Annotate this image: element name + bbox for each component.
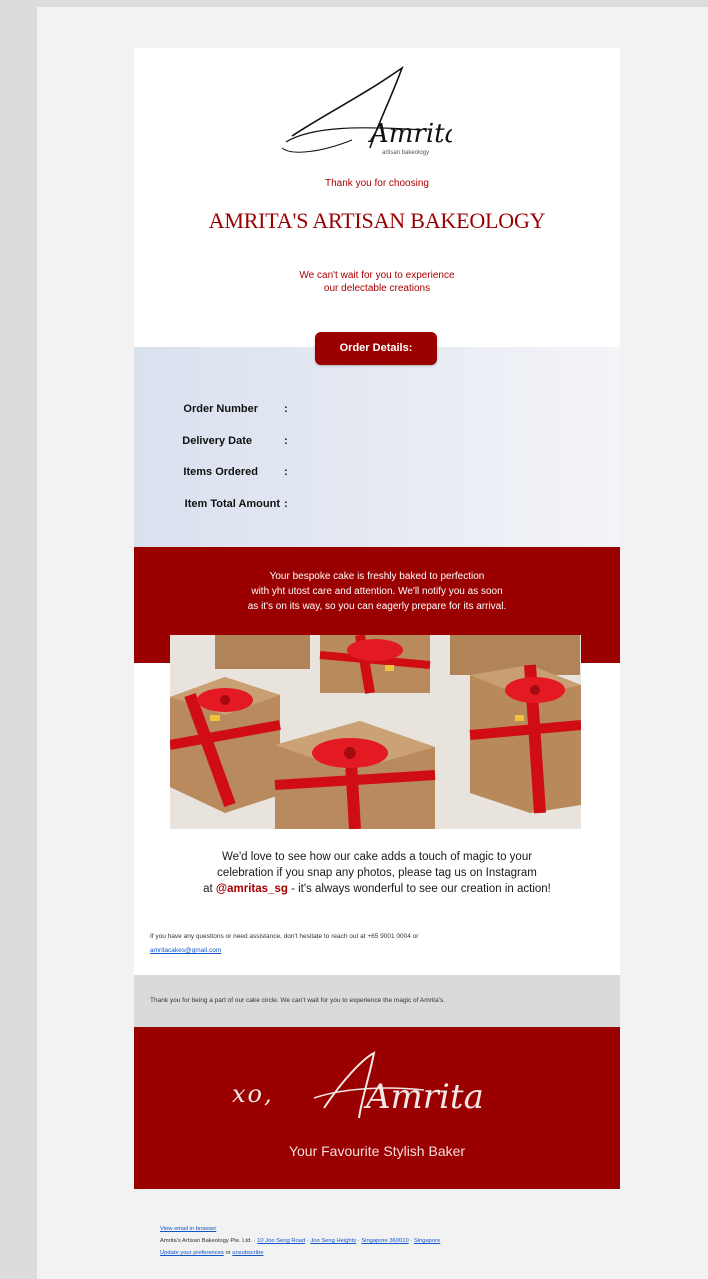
instagram-line-2: celebration if you snap any photos, plea… — [217, 867, 537, 879]
update-preferences-link[interactable]: Update your preferences — [160, 1250, 224, 1256]
footer-or: or — [225, 1250, 231, 1256]
email-body: Amrita's artisan bakeology Thank you for… — [134, 48, 620, 1256]
instagram-handle[interactable]: @amritas_sg — [216, 883, 288, 895]
item-total-text: Item Total Amount — [184, 498, 280, 510]
order-number-text: Order Number — [183, 403, 258, 415]
order-details-button[interactable]: Order Details: — [315, 332, 437, 365]
cake-circle-message: Thank you for being a part of our cake c… — [150, 997, 446, 1004]
instagram-suffix: - it's always wonderful to see our creat… — [287, 883, 551, 895]
items-ordered-colon: : — [284, 466, 288, 478]
bespoke-line-2: with yht utost care and attention. We'll… — [251, 586, 503, 597]
company-name: Amrita's Artisan Bakeology Pte. Ltd. — [160, 1238, 252, 1244]
brand-name: AMRITA'S ARTISAN BAKEOLOGY — [208, 208, 546, 233]
address-line: Amrita's Artisan Bakeology Pte. Ltd. · 1… — [160, 1238, 441, 1244]
gift-boxes-image — [170, 635, 581, 829]
address-country-link[interactable]: Singapore — [414, 1238, 440, 1244]
address-road-link[interactable]: 10 Joo Seng Road — [257, 1238, 305, 1244]
delivery-date-text: Delivery Date — [182, 435, 252, 447]
tagline-line-1: We can't wait for you to experience — [299, 270, 455, 281]
amritas-logo: Amrita's artisan bakeology — [281, 65, 452, 156]
xo-text: xo, — [232, 1080, 274, 1108]
address-heights-link[interactable]: Joo Seng Heights — [310, 1238, 356, 1244]
contact-email-link[interactable]: amritacakes@gmail.com — [150, 947, 221, 954]
view-in-browser-link[interactable]: View email in browser — [160, 1226, 216, 1232]
logo-script-text: Amrita's — [368, 119, 452, 149]
bespoke-line-1: Your bespoke cake is freshly baked to pe… — [269, 571, 485, 582]
instagram-line-1: We'd love to see how our cake adds a tou… — [221, 851, 533, 863]
item-total-colon: : — [284, 498, 288, 510]
contact-message: If you have any questions or need assist… — [150, 930, 590, 958]
email-footer: View email in browser Amrita's Artisan B… — [160, 1223, 600, 1259]
logo-subtitle: artisan bakeology — [382, 150, 429, 156]
signature-text: Amrita — [363, 1077, 484, 1117]
delivery-date-colon: : — [284, 435, 288, 447]
order-number-colon: : — [284, 403, 288, 415]
order-details-section — [134, 347, 620, 547]
contact-text: If you have any questions or need assist… — [150, 933, 419, 940]
address-postal-link[interactable]: Singapore 360010 — [361, 1238, 408, 1244]
signature-graphic: Amrita — [313, 1051, 484, 1119]
instagram-prefix: at — [203, 883, 216, 895]
items-ordered-text: Items Ordered — [183, 466, 258, 478]
instagram-message: We'd love to see how our cake adds a tou… — [154, 849, 600, 897]
thank-you-line: Thank you for choosing — [325, 178, 429, 189]
tagline: We can't wait for you to experience our … — [134, 269, 620, 295]
bespoke-message: Your bespoke cake is freshly baked to pe… — [154, 569, 600, 614]
baker-tagline: Your Favourite Stylish Baker — [288, 1143, 466, 1159]
tagline-line-2: our delectable creations — [323, 283, 431, 294]
unsubscribe-link[interactable]: unsubscribe — [232, 1250, 263, 1256]
email-client-frame: Amrita's artisan bakeology Thank you for… — [37, 7, 708, 1279]
instagram-line-3: at @amritas_sg - it's always wonderful t… — [154, 881, 600, 897]
bespoke-line-3: as it's on its way, so you can eagerly p… — [247, 601, 507, 612]
